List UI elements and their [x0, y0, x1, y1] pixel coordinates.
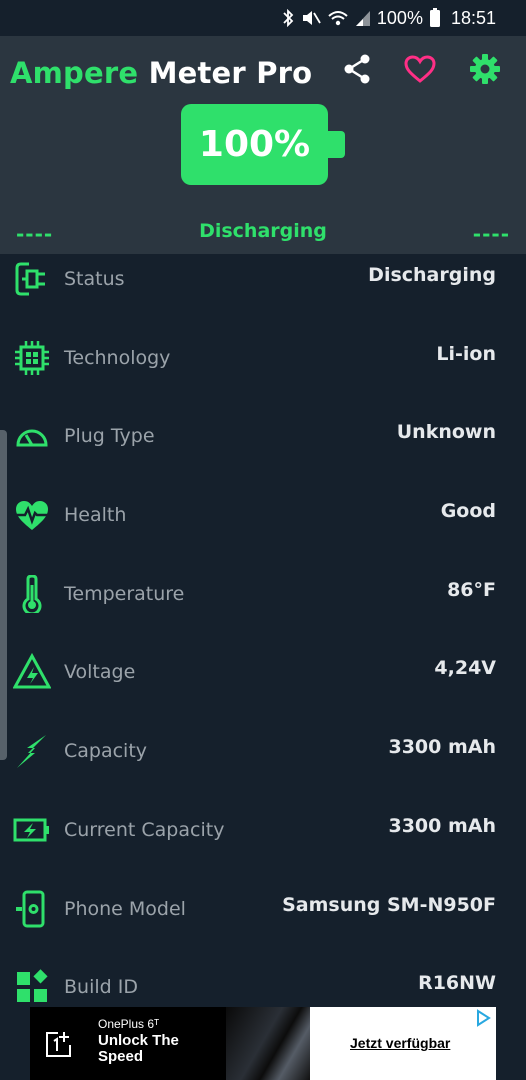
- ad-cta-link[interactable]: Jetzt verfügbar: [350, 1035, 450, 1051]
- list-item-voltage: Voltage 4,24V: [0, 647, 526, 726]
- oneplus-logo-icon: [44, 1029, 74, 1059]
- right-dash: ----: [472, 222, 510, 246]
- clock: 18:51: [450, 7, 496, 28]
- list-item-current-capacity: Current Capacity 3300 mAh: [0, 805, 526, 884]
- battery-level-text: 100%: [198, 124, 311, 165]
- widgets-icon: [13, 968, 51, 1006]
- list-item-temperature: Temperature 86°F: [0, 569, 526, 648]
- heart-pulse-icon: [13, 496, 51, 534]
- bluetooth-icon: [281, 9, 295, 27]
- list-item-health: Health Good: [0, 490, 526, 569]
- signal-icon: [355, 9, 371, 27]
- battery-charge-icon: [13, 811, 51, 849]
- row-value: Li-ion: [436, 342, 496, 365]
- row-value: Discharging: [368, 264, 496, 286]
- gear-icon[interactable]: [468, 52, 502, 86]
- ad-banner[interactable]: OnePlus 6ᵀ Unlock The Speed Jetzt verfüg…: [30, 1007, 496, 1080]
- row-value: 3300 mAh: [388, 736, 496, 759]
- status-bar: 100% 18:51: [0, 0, 526, 36]
- row-value: Samsung SM-N950F: [282, 893, 496, 916]
- app-title: Ampere Meter Pro: [10, 56, 312, 90]
- app-title-rest: Meter Pro: [148, 56, 313, 90]
- row-value: R16NW: [418, 972, 496, 995]
- row-value: 4,24V: [434, 657, 496, 680]
- list-item-capacity: Capacity 3300 mAh: [0, 726, 526, 805]
- row-value: 86°F: [447, 578, 496, 601]
- list-item-phone-model: Phone Model Samsung SM-N950F: [0, 884, 526, 963]
- thermometer-icon: [13, 574, 51, 613]
- row-label: Status: [64, 268, 125, 290]
- battery-icon: [429, 8, 441, 28]
- ad-image-panel: OnePlus 6ᵀ Unlock The Speed: [30, 1007, 226, 1080]
- row-label: Voltage: [64, 661, 136, 684]
- wifi-icon: [327, 9, 349, 27]
- row-label: Current Capacity: [64, 818, 225, 841]
- row-label: Health: [64, 504, 127, 527]
- adchoices-icon[interactable]: [474, 1009, 492, 1027]
- ad-tagline: Unlock The Speed: [98, 1032, 179, 1065]
- list-item-status: Status Discharging: [0, 254, 526, 333]
- row-label: Plug Type: [64, 425, 155, 448]
- phone-settings-icon: [13, 890, 51, 928]
- app-header: Ampere Meter Pro 100% ---- Discharging -…: [0, 36, 526, 254]
- plug-icon: [13, 260, 51, 298]
- share-icon[interactable]: [340, 52, 374, 86]
- charging-status: Discharging: [199, 220, 327, 242]
- mute-icon: [301, 9, 321, 27]
- list-item-plug-type: Plug Type Unknown: [0, 411, 526, 490]
- row-label: Temperature: [64, 582, 185, 605]
- battery-info-list: Status Discharging Technology Li-ion Plu…: [0, 254, 526, 1041]
- voltage-warning-icon: [13, 653, 51, 691]
- row-label: Capacity: [64, 740, 148, 763]
- chip-icon: [13, 339, 51, 377]
- lightning-icon: [13, 732, 51, 770]
- list-item-technology: Technology Li-ion: [0, 333, 526, 412]
- row-label: Phone Model: [64, 897, 186, 920]
- row-value: Unknown: [396, 421, 496, 444]
- ad-phone-image: [226, 1007, 310, 1080]
- battery-tip: [328, 131, 345, 158]
- row-label: Technology: [64, 346, 171, 369]
- battery-level-indicator: 100%: [181, 104, 328, 185]
- row-value: 3300 mAh: [388, 814, 496, 837]
- app-title-accent: Ampere: [10, 56, 139, 90]
- ad-brand: OnePlus 6ᵀ: [98, 1017, 160, 1031]
- gauge-icon: [13, 417, 51, 455]
- row-label: Build ID: [64, 976, 138, 999]
- scrollbar[interactable]: [0, 430, 7, 760]
- battery-percent-text: 100%: [376, 7, 423, 28]
- row-value: Good: [440, 500, 496, 523]
- heart-icon[interactable]: [403, 52, 437, 86]
